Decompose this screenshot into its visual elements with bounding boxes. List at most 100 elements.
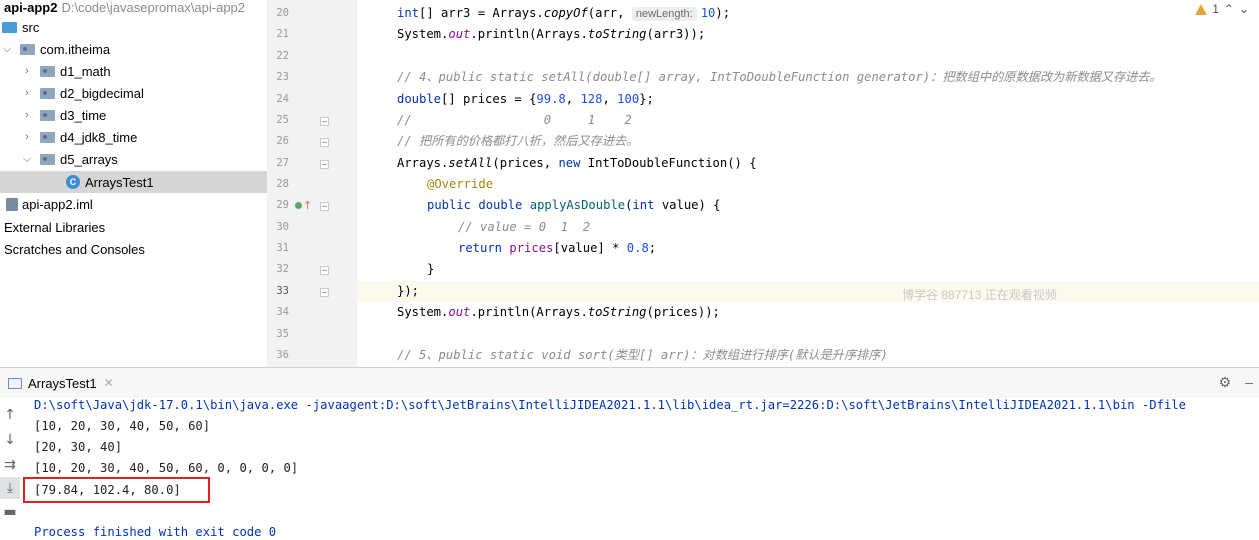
project-path: D:\code\javasepromax\api-app2 [61, 0, 246, 15]
tree-item-d5-arrays[interactable]: ⌵ d5_arrays [0, 148, 267, 170]
project-tree: api-app2 D:\code\javasepromax\api-app2 s… [0, 0, 267, 367]
line-number: 34 [276, 306, 289, 318]
line-number: 21 [276, 28, 289, 40]
line-number: 33 [276, 285, 289, 297]
tree-item-iml[interactable]: api-app2.iml [0, 193, 267, 215]
fold-marker-icon[interactable] [320, 138, 329, 147]
tree-item-label: Scratches and Consoles [4, 241, 145, 257]
line-number: 24 [276, 93, 289, 105]
code-line-21: System.out.println(Arrays.toString(arr3)… [397, 27, 706, 41]
code-line-33: }); [357, 281, 1259, 302]
module-file-icon [6, 197, 18, 211]
run-config-icon [8, 377, 22, 389]
tree-item-arraystest1[interactable]: C ArraysTest1 [0, 171, 267, 193]
code-line-25: // 0 1 2 [397, 113, 632, 127]
package-icon [40, 153, 55, 165]
run-toolbar: ↑ ↓ ⇉ ⤓ ▬ [0, 398, 20, 540]
tree-item-label: ArraysTest1 [85, 174, 154, 190]
tree-item-label: api-app2.iml [22, 196, 93, 212]
source-folder-icon [2, 21, 17, 33]
code-line-29: public double applyAsDouble(int value) { [427, 198, 721, 212]
console-output-line: [10, 20, 30, 40, 50, 60] [34, 419, 211, 433]
package-icon [20, 43, 35, 55]
fold-marker-icon[interactable] [320, 160, 329, 169]
line-number: 28 [276, 178, 289, 190]
run-tool-window: ArraysTest1 ✕ ⚙ – ↑ ↓ ⇉ ⤓ ▬ D:\soft\Java… [0, 367, 1259, 540]
tree-item-d1-math[interactable]: › d1_math [0, 60, 267, 82]
tree-item-src[interactable]: src [0, 16, 267, 38]
code-line-34: System.out.println(Arrays.toString(price… [397, 305, 720, 319]
print-icon[interactable]: ▬ [0, 501, 20, 523]
code-line-31: return prices[value] * 0.8; [458, 241, 657, 255]
line-number: 31 [276, 242, 289, 254]
chevron-right-icon[interactable]: › [20, 87, 34, 99]
code-editor[interactable]: 1 ⌃ ⌄ int[] arr3 = Arrays.copyOf(arr, ne… [357, 0, 1259, 367]
code-line-27: Arrays.setAll(prices, new IntToDoubleFun… [397, 156, 757, 170]
code-line-20: int[] arr3 = Arrays.copyOf(arr, newLengt… [397, 6, 731, 21]
tree-item-label: d3_time [60, 107, 107, 123]
chevron-right-icon[interactable]: › [20, 131, 34, 143]
chevron-right-icon[interactable]: › [20, 109, 34, 121]
code-line-32: } [427, 262, 435, 276]
tree-item-scratches[interactable]: Scratches and Consoles [0, 238, 267, 260]
line-number: 22 [276, 50, 289, 62]
code-line-28: @Override [427, 177, 494, 191]
tree-item-label: d4_jdk8_time [60, 129, 138, 145]
package-icon [40, 109, 55, 121]
package-icon [40, 87, 55, 99]
line-number: 32 [276, 263, 289, 275]
line-number: 36 [276, 349, 289, 361]
gear-icon[interactable]: ⚙ [1219, 374, 1232, 391]
minimize-icon[interactable]: – [1245, 374, 1253, 391]
tree-item-label: d2_bigdecimal [60, 85, 144, 101]
chevron-down-icon[interactable]: ⌵ [20, 153, 34, 166]
run-tab-bar: ArraysTest1 ✕ ⚙ – [0, 368, 1259, 398]
tree-item-label: com.itheima [40, 41, 111, 57]
chevron-right-icon[interactable]: › [20, 65, 34, 77]
red-highlight-box [23, 477, 210, 503]
tree-item-label: d1_math [60, 63, 111, 79]
code-line-24: double[] prices = {99.8, 128, 100}; [397, 92, 654, 106]
fold-marker-icon[interactable] [320, 266, 329, 275]
fold-marker-icon[interactable] [320, 117, 329, 126]
tree-item-d4-jdk8-time[interactable]: › d4_jdk8_time [0, 126, 267, 148]
code-line-30: // value = 0 1 2 [458, 220, 591, 234]
tree-item-d2-bigdecimal[interactable]: › d2_bigdecimal [0, 82, 267, 104]
fold-marker-icon[interactable] [320, 202, 329, 211]
run-tab-label: ArraysTest1 [28, 375, 97, 391]
tree-item-label: External Libraries [4, 219, 106, 235]
tree-item-com-itheima[interactable]: ⌵ com.itheima [0, 38, 267, 60]
chevron-down-icon[interactable]: ⌵ [0, 43, 14, 56]
package-icon [40, 65, 55, 77]
tree-item-external-libraries[interactable]: External Libraries [0, 216, 267, 238]
run-tab-arraystest1[interactable]: ArraysTest1 ✕ [0, 368, 122, 398]
tree-item-d3-time[interactable]: › d3_time [0, 104, 267, 126]
close-icon[interactable]: ✕ [104, 376, 114, 390]
implements-method-icon[interactable]: ↑ [295, 195, 315, 216]
java-class-icon: C [66, 175, 80, 189]
line-number: 27 [276, 157, 289, 169]
scroll-to-end-icon[interactable]: ⤓ [0, 477, 20, 499]
line-number: 26 [276, 135, 289, 147]
console-exit-message: Process finished with exit code 0 [34, 525, 277, 539]
line-number: 20 [276, 7, 289, 19]
tree-item-label: src [22, 19, 40, 35]
soft-wrap-icon[interactable]: ⇉ [0, 454, 20, 476]
line-number: 23 [276, 71, 289, 83]
package-icon [40, 131, 55, 143]
fold-marker-icon[interactable] [320, 288, 329, 297]
console-command-line: D:\soft\Java\jdk-17.0.1\bin\java.exe -ja… [34, 398, 1186, 412]
tree-item-label: d5_arrays [60, 151, 118, 167]
line-number: 30 [276, 221, 289, 233]
arrow-down-icon[interactable]: ↓ [0, 429, 20, 451]
line-number: 25 [276, 114, 289, 126]
line-number: 29 [276, 199, 289, 211]
editor-gutter[interactable]: 20 21 22 23 24 25 26 27 28 29 30 31 32 3… [267, 0, 357, 367]
console-output-line: [20, 30, 40] [34, 440, 123, 454]
project-name: api-app2 [4, 0, 58, 15]
code-line-26: // 把所有的价格都打八折，然后又存进去。 [397, 134, 639, 148]
code-line-36: // 5、public static void sort(类型[] arr)：对… [397, 348, 888, 362]
arrow-up-icon[interactable]: ↑ [0, 404, 20, 426]
line-number: 35 [276, 328, 289, 340]
inlay-hint: newLength: [631, 7, 697, 21]
